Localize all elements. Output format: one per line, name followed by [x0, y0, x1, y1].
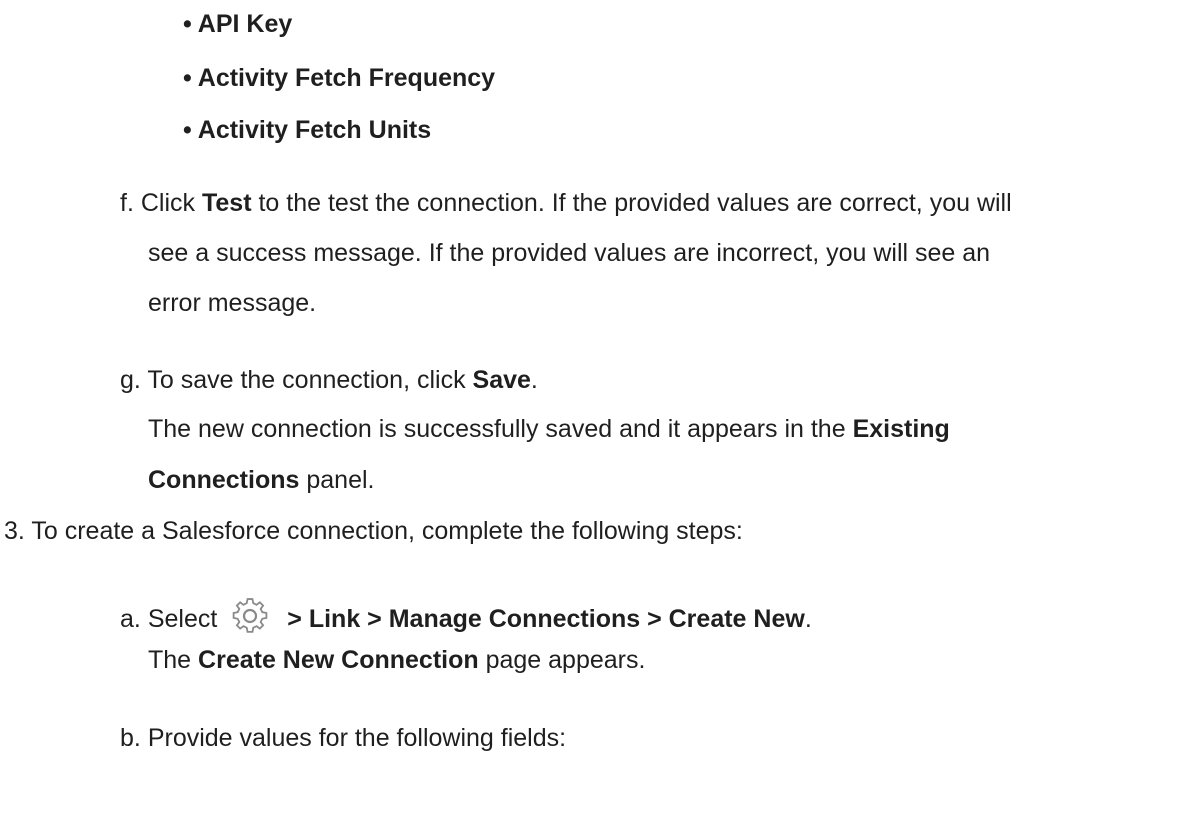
- step-f-line-3: error message.: [148, 289, 317, 317]
- step-g-save-label: Save: [472, 366, 531, 394]
- step-3-marker: 3.: [4, 517, 25, 545]
- step-a-marker: a.: [120, 605, 141, 633]
- step-g-line-2: The new connection is successfully saved…: [148, 415, 950, 443]
- step-3-line: 3. To create a Salesforce connection, co…: [4, 517, 743, 545]
- step-b-marker: b.: [120, 724, 141, 752]
- step-a-line-1: a. Select > Link > Manage Connections > …: [120, 597, 812, 635]
- step-g-line-1: g. To save the connection, click Save.: [120, 366, 538, 394]
- gear-icon: [227, 597, 273, 635]
- field-item-activity-fetch-units: • Activity Fetch Units: [183, 116, 432, 144]
- step-a-menu-path: > Link > Manage Connections > Create New: [287, 605, 805, 633]
- step-f-text-pre: Click: [140, 189, 202, 217]
- step-b-line: b. Provide values for the following fiel…: [120, 724, 567, 752]
- step-f-line-2: see a success message. If the provided v…: [148, 239, 991, 267]
- step-f-marker: f.: [120, 189, 134, 217]
- step-g-line-3: Connections panel.: [148, 466, 375, 494]
- field-item-activity-fetch-frequency: • Activity Fetch Frequency: [183, 64, 496, 92]
- step-f-text-post: to the test the connection. If the provi…: [251, 189, 1012, 217]
- step-f-test-label: Test: [201, 189, 252, 217]
- step-f-line-1: f. Click Test to the test the connection…: [120, 188, 1012, 218]
- field-item-api-key: • API Key: [183, 10, 293, 38]
- step-g-marker: g.: [120, 366, 141, 394]
- step-a-line-2: The Create New Connection page appears.: [148, 646, 646, 674]
